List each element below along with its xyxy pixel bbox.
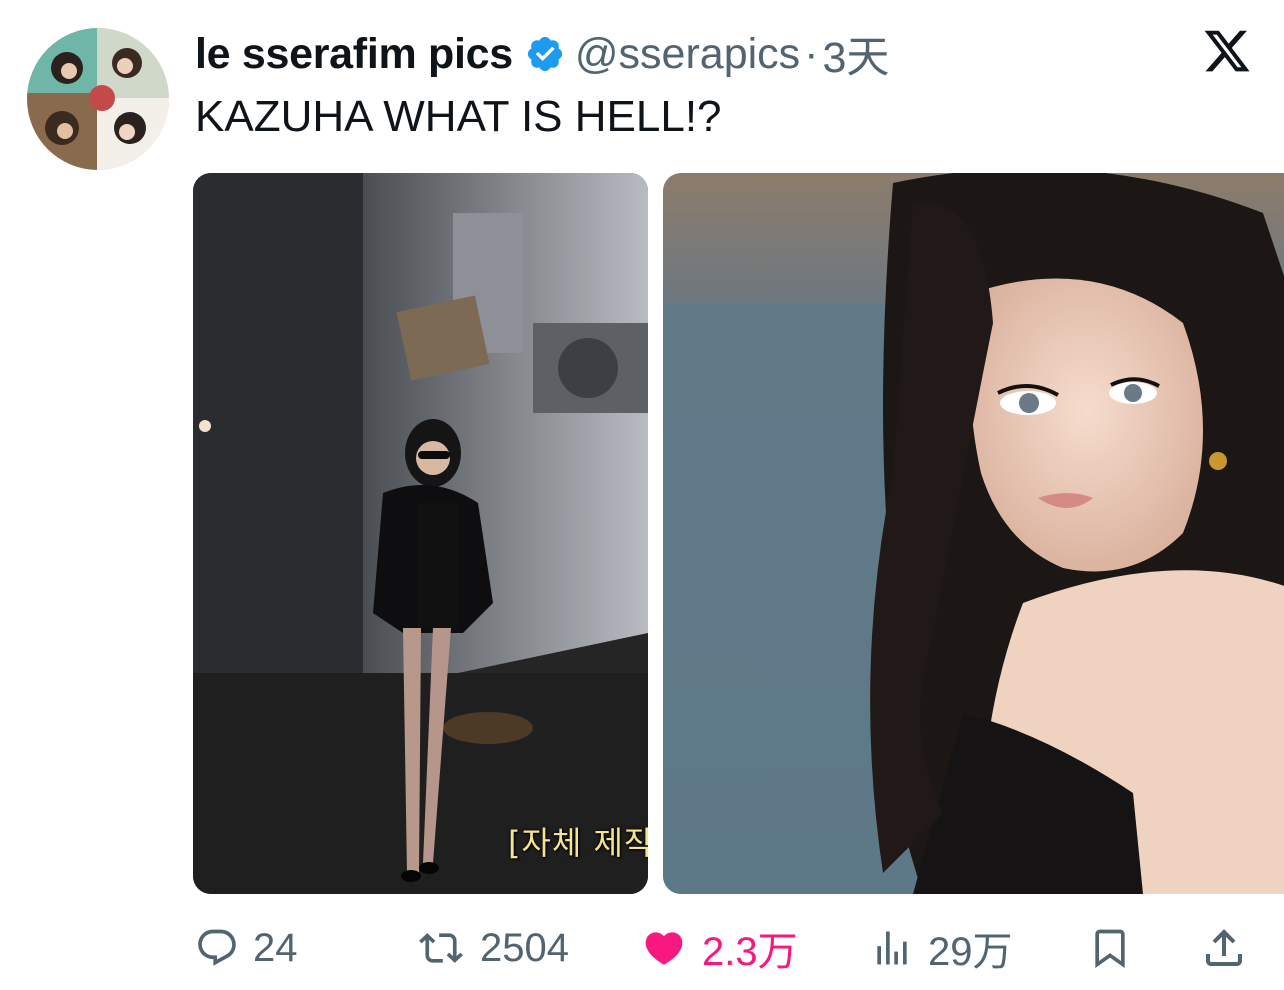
share-icon: [1206, 929, 1242, 966]
post-time[interactable]: 3天: [823, 23, 890, 85]
tweet-header: le sserafim pics @sserapics · 3天: [195, 23, 890, 85]
x-logo-icon[interactable]: [1199, 26, 1255, 76]
display-name[interactable]: le sserafim pics: [195, 30, 513, 79]
separator-dot: ·: [804, 29, 819, 78]
like-icon: [645, 932, 683, 965]
like-button[interactable]: 2.3万: [640, 918, 798, 978]
action-bar: 24 2504 2.3万 29万: [0, 918, 1284, 978]
avatar-image: [27, 28, 169, 170]
user-handle[interactable]: @sserapics: [575, 30, 800, 79]
tweet-text: KAZUHA WHAT IS HELL!?: [195, 92, 722, 141]
reply-button[interactable]: 24: [195, 918, 298, 978]
like-count: 2.3万: [702, 930, 798, 974]
views-count: 29万: [928, 930, 1013, 974]
video-subtitle: [자체 제작: [508, 824, 648, 862]
avatar[interactable]: [27, 28, 169, 170]
views-icon: [877, 931, 907, 965]
retweet-count: 2504: [480, 925, 569, 970]
media-image-1[interactable]: [자체 제작: [193, 173, 648, 894]
photo-alley: [193, 173, 648, 894]
share-button[interactable]: [1200, 918, 1248, 978]
verified-badge-icon: [527, 36, 562, 72]
photo-portrait: [663, 173, 1284, 894]
bookmark-button[interactable]: [1088, 918, 1132, 978]
reply-icon: [198, 929, 236, 966]
views-button[interactable]: 29万: [870, 918, 1013, 978]
retweet-icon: [419, 933, 463, 963]
retweet-button[interactable]: 2504: [416, 918, 569, 978]
media-image-2[interactable]: [663, 173, 1284, 894]
bookmark-icon: [1095, 929, 1125, 969]
reply-count: 24: [253, 925, 298, 970]
